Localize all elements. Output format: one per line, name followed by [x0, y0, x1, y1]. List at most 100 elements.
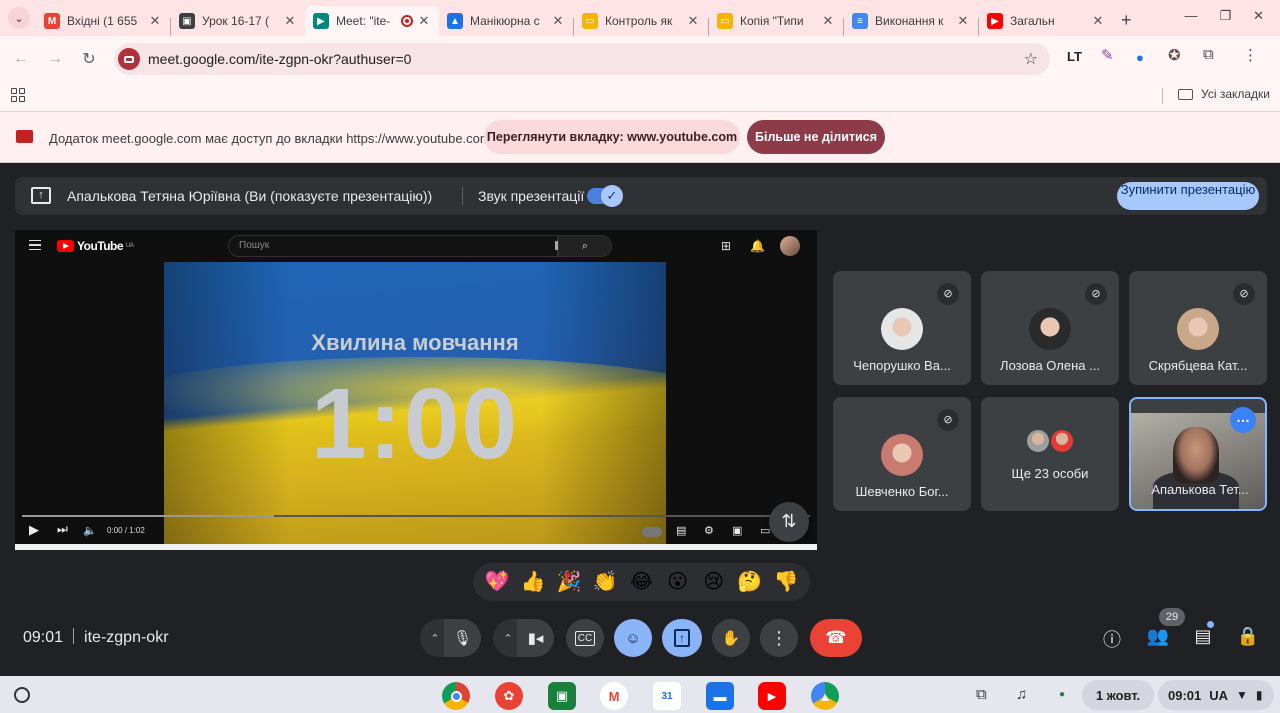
leave-call-button[interactable]: ☎	[810, 619, 862, 657]
miniplayer-icon: ▣	[732, 525, 743, 537]
extension-dot-icon[interactable]: ●	[1136, 50, 1144, 65]
meeting-details-icon[interactable]: ⓘ	[1099, 626, 1125, 652]
tab-close-icon[interactable]: ✕	[821, 13, 835, 29]
launcher-icon[interactable]	[14, 687, 30, 703]
participant-name: Лозова Олена ...	[1000, 358, 1100, 373]
close-window-icon[interactable]: ✕	[1253, 8, 1264, 24]
tab-favicon-icon: ▣	[179, 13, 195, 29]
participant-tile[interactable]: ⊘ Чепорушко Ва...	[833, 271, 971, 385]
tab-title: Загальн	[1010, 14, 1055, 28]
minimize-icon[interactable]: —	[1184, 8, 1197, 24]
presentation-audio-toggle[interactable]: ✓	[587, 185, 623, 207]
extensions-puzzle-icon[interactable]: ⧉	[1203, 46, 1214, 63]
tab-close-icon[interactable]: ✕	[686, 13, 700, 29]
reaction-emoji[interactable]: 😂	[625, 570, 657, 594]
address-bar[interactable]: meet.google.com/ite-zgpn-okr?authuser=0 …	[114, 43, 1050, 75]
reaction-emoji[interactable]: 👍	[517, 570, 549, 594]
gmail-app-icon[interactable]: M	[600, 682, 628, 710]
reaction-emoji[interactable]: 🤔	[734, 570, 766, 594]
hang-up-icon: ☎	[825, 628, 847, 647]
chrome-app-icon[interactable]	[442, 682, 470, 710]
play-icon: ▶	[29, 522, 39, 537]
participant-tile[interactable]: ⊘ Скрябцева Кат...	[1129, 271, 1267, 385]
swap-layout-button[interactable]: ⇅	[769, 502, 809, 542]
media-controls-icon[interactable]: ♫	[1016, 686, 1027, 703]
window-controls: — ❐ ✕	[1168, 0, 1280, 32]
tab-title: Виконання к	[875, 14, 944, 28]
url-text[interactable]: meet.google.com/ite-zgpn-okr?authuser=0	[148, 51, 411, 67]
presentation-view: YouTube UA Пошук ⌕ ⊞ 🔔 Хвилина мовчання …	[15, 230, 817, 550]
tab-title: Копія "Типи	[740, 14, 804, 28]
browser-tab[interactable]: ▭ Контроль як ✕	[574, 6, 708, 36]
tab-close-icon[interactable]: ✕	[551, 13, 565, 29]
tab-close-icon[interactable]: ✕	[956, 13, 970, 29]
participant-tile[interactable]: ⊘ Шевченко Бог...	[833, 397, 971, 511]
all-bookmarks-button[interactable]: Усі закладки	[1178, 87, 1270, 101]
microphone-button[interactable]: 🎙	[444, 619, 481, 657]
reaction-emoji[interactable]: 😮	[662, 570, 694, 594]
drive-app-icon[interactable]: ▲	[811, 682, 839, 710]
extension-owl-icon[interactable]: ✪	[1168, 46, 1181, 64]
files-app-icon[interactable]: ▬	[706, 682, 734, 710]
restore-icon[interactable]: ❐	[1219, 8, 1231, 24]
create-video-icon: ⊞	[721, 239, 732, 253]
hamburger-menu-icon	[29, 240, 41, 250]
tab-close-icon[interactable]: ✕	[417, 13, 431, 29]
reaction-emoji[interactable]: 💖	[481, 570, 513, 594]
browser-tab[interactable]: ▲ Манікюрна с ✕	[439, 6, 573, 36]
browser-tab[interactable]: ▭ Копія "Типи ✕	[709, 6, 843, 36]
captions-button[interactable]: CC	[566, 619, 604, 657]
camera-button[interactable]: ▮◂	[517, 619, 554, 657]
browser-tab[interactable]: ▶ Meet: "ite- ✕	[305, 6, 439, 36]
extension-pen-icon[interactable]: ✎	[1101, 46, 1114, 64]
youtube-app-icon[interactable]: ▶	[758, 682, 786, 710]
raise-hand-button[interactable]: ✋	[712, 619, 750, 657]
stop-sharing-button[interactable]: Більше не ділитися	[747, 120, 885, 154]
bookmark-star-icon[interactable]: ☆	[1024, 49, 1038, 69]
shelf-date: 1 жовт.	[1095, 687, 1141, 703]
extension-lt-icon[interactable]: LT	[1067, 49, 1082, 64]
tab-close-icon[interactable]: ✕	[148, 13, 162, 29]
reaction-emoji[interactable]: 😢	[698, 570, 730, 594]
tab-close-icon[interactable]: ✕	[1091, 13, 1105, 29]
reaction-emoji[interactable]: 🎉	[553, 570, 585, 594]
video-buffered-bar	[22, 515, 275, 517]
holding-space-icon[interactable]: ⧉	[976, 686, 987, 703]
apps-grid-icon[interactable]	[11, 88, 25, 102]
browser-tab[interactable]: ▣ Урок 16-17 (✕	[171, 6, 305, 36]
participant-name: Чепорушко Ва...	[853, 358, 951, 373]
more-options-icon[interactable]: …	[1230, 407, 1256, 433]
chat-icon[interactable]: ▤	[1190, 626, 1216, 647]
more-vertical-icon: ⋮	[770, 627, 788, 648]
participant-tile[interactable]: ⊘ Лозова Олена ...	[981, 271, 1119, 385]
screen-share-indicator-icon[interactable]	[118, 48, 140, 70]
browser-tab[interactable]: ≡ Виконання к ✕	[844, 6, 978, 36]
new-tab-button[interactable]: +	[1121, 10, 1132, 31]
back-button[interactable]: ←	[4, 50, 38, 68]
tab-close-icon[interactable]: ✕	[283, 13, 297, 29]
more-options-button[interactable]: ⋮	[760, 619, 798, 657]
reaction-emoji[interactable]: 👏	[589, 570, 621, 594]
shelf-locale: UA	[1209, 687, 1229, 703]
menu-kebab-icon[interactable]: ⋮	[1243, 46, 1258, 64]
people-icon[interactable]: 👥	[1145, 626, 1171, 647]
host-controls-lock-icon[interactable]: 🔒	[1235, 626, 1261, 647]
tab-search-button[interactable]: ⌄	[8, 7, 30, 29]
classroom-app-icon[interactable]: ▣	[548, 682, 576, 710]
more-participants-tile[interactable]: Ще 23 особи	[981, 397, 1119, 511]
paint-app-icon[interactable]: ✿	[495, 682, 523, 710]
reaction-emoji[interactable]: 👎	[770, 570, 802, 594]
browser-tab[interactable]: ▶ Загальн ✕	[979, 6, 1113, 36]
forward-button[interactable]: →	[38, 50, 72, 68]
system-tray-button[interactable]: 09:01 UA ▼ ▮	[1158, 680, 1274, 710]
present-now-button[interactable]: ↑	[662, 619, 702, 657]
view-tab-button[interactable]: Переглянути вкладку: www.youtube.com	[484, 120, 740, 154]
stop-presenting-button[interactable]: Зупинити презентацію	[1117, 182, 1259, 210]
date-tray-button[interactable]: 1 жовт.	[1082, 680, 1154, 710]
reload-button[interactable]: ↻	[72, 49, 106, 69]
participant-tile[interactable]: … Апалькова Тет...	[1129, 397, 1267, 511]
os-shelf: ✿ ▣ M 31 ▬ ▶ ▲ ⧉ ♫ ● 1 жовт. 09:01 UA ▼ …	[0, 676, 1280, 713]
calendar-app-icon[interactable]: 31	[653, 682, 681, 710]
reactions-button[interactable]: ☺	[614, 619, 652, 657]
browser-tab[interactable]: M Вхідні (1 655 ✕	[36, 6, 170, 36]
